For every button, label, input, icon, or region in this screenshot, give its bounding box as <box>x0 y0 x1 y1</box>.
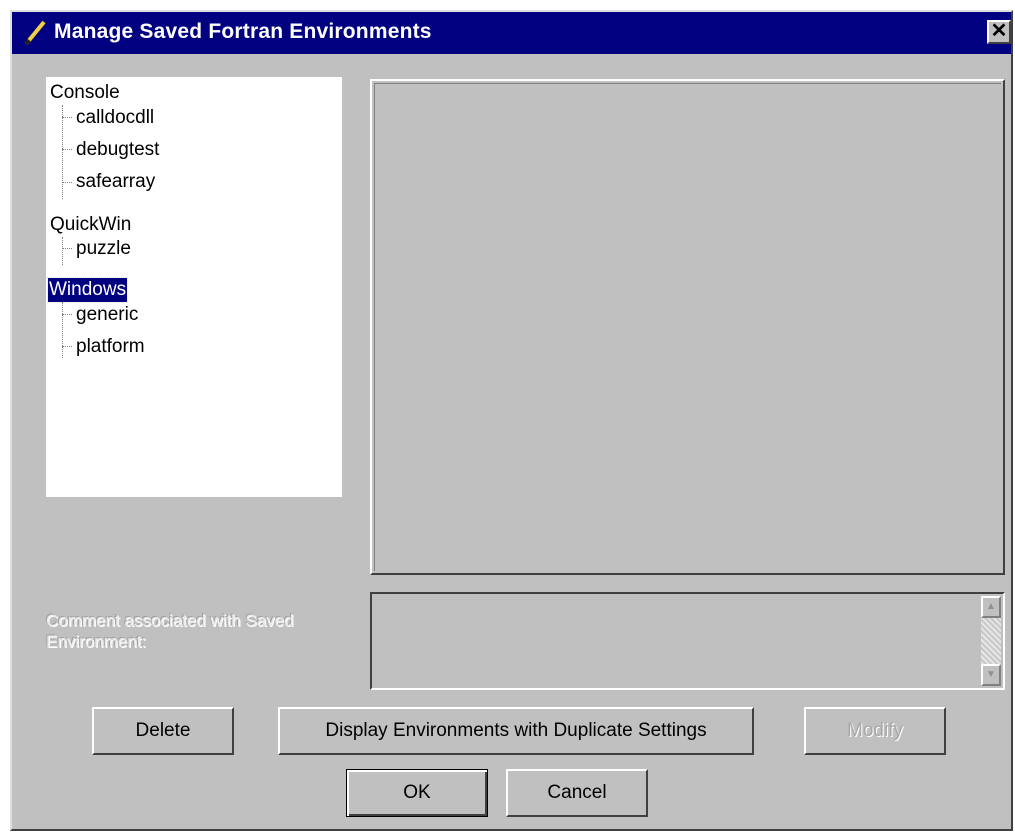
tree-group-windows[interactable]: Windows <box>46 277 129 303</box>
close-icon: ✕ <box>990 20 1008 42</box>
comment-scrollbar[interactable]: ▲ ▼ <box>981 596 1001 686</box>
tree-connector <box>62 314 72 315</box>
environment-tree[interactable]: Console calldocdll debugtest safearray Q… <box>46 77 342 497</box>
tree-connector <box>62 248 72 249</box>
tree-item-calldocdll[interactable]: calldocdll <box>76 106 154 130</box>
tree-item-generic[interactable]: generic <box>76 303 138 327</box>
panel-inner-border <box>374 83 1001 571</box>
comment-textarea[interactable]: ▲ ▼ <box>370 592 1005 690</box>
modify-button[interactable]: Modify <box>804 707 946 755</box>
cancel-button[interactable]: Cancel <box>506 769 648 817</box>
close-button[interactable]: ✕ <box>987 20 1011 44</box>
comment-label: Comment associated with Saved Environmen… <box>46 611 294 651</box>
scroll-down-arrow-icon[interactable]: ▼ <box>981 664 1001 686</box>
tree-connector <box>62 237 63 265</box>
tree-connector <box>62 302 63 358</box>
tree-connector <box>62 182 72 183</box>
tree-connector <box>62 346 72 347</box>
window-title: Manage Saved Fortran Environments <box>54 20 432 43</box>
scroll-up-arrow-icon[interactable]: ▲ <box>981 596 1001 618</box>
delete-button[interactable]: Delete <box>92 707 234 755</box>
tree-group-console[interactable]: Console <box>50 81 120 105</box>
ok-button[interactable]: OK <box>346 769 488 817</box>
manage-environments-dialog: Manage Saved Fortran Environments ✕ Cons… <box>10 10 1013 831</box>
tree-item-puzzle[interactable]: puzzle <box>76 237 131 261</box>
tree-connector <box>62 105 63 199</box>
tree-connector <box>62 117 72 118</box>
tree-item-safearray[interactable]: safearray <box>76 170 155 194</box>
tree-connector <box>62 149 72 150</box>
tree-group-quickwin[interactable]: QuickWin <box>50 213 131 237</box>
environment-details-panel <box>370 79 1005 575</box>
tree-item-debugtest[interactable]: debugtest <box>76 138 159 162</box>
display-duplicates-button[interactable]: Display Environments with Duplicate Sett… <box>278 707 754 755</box>
title-bar[interactable]: Manage Saved Fortran Environments ✕ <box>12 12 1011 54</box>
pencil-icon <box>24 20 46 46</box>
tree-item-platform[interactable]: platform <box>76 335 145 359</box>
